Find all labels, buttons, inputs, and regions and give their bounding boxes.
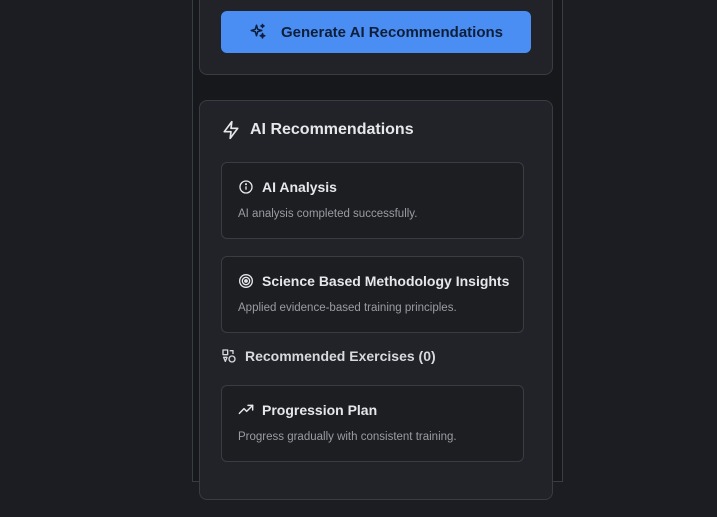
methodology-header: Science Based Methodology Insights bbox=[238, 273, 509, 289]
ai-analysis-card: AI Analysis AI analysis completed succes… bbox=[221, 162, 524, 239]
recommended-exercises-header: Recommended Exercises (0) bbox=[221, 348, 436, 364]
ai-recommendations-title: AI Recommendations bbox=[250, 121, 414, 138]
recommended-exercises-label: Recommended Exercises (0) bbox=[245, 348, 436, 364]
progression-plan-header: Progression Plan bbox=[238, 402, 377, 418]
methodology-card: Science Based Methodology Insights Appli… bbox=[221, 256, 524, 333]
progression-plan-card: Progression Plan Progress gradually with… bbox=[221, 385, 524, 462]
generate-recommendations-button[interactable]: Generate AI Recommendations bbox=[221, 11, 531, 53]
progression-plan-title: Progression Plan bbox=[262, 402, 378, 418]
shapes-icon bbox=[221, 348, 237, 364]
target-icon bbox=[238, 273, 254, 289]
sparkles-icon bbox=[249, 23, 267, 41]
lightning-icon bbox=[221, 120, 241, 140]
ai-analysis-description: AI analysis completed successfully. bbox=[238, 208, 418, 220]
generate-button-label: Generate AI Recommendations bbox=[280, 23, 503, 41]
methodology-description: Applied evidence-based training principl… bbox=[238, 302, 457, 314]
methodology-title: Science Based Methodology Insights bbox=[262, 273, 510, 289]
ai-analysis-title: AI Analysis bbox=[262, 179, 337, 195]
info-circle-icon bbox=[238, 179, 254, 195]
trending-up-icon bbox=[238, 402, 254, 418]
progression-plan-description: Progress gradually with consistent train… bbox=[238, 431, 457, 443]
ai-analysis-header: AI Analysis bbox=[238, 179, 337, 195]
ai-recommendations-header: AI Recommendations bbox=[221, 120, 414, 140]
